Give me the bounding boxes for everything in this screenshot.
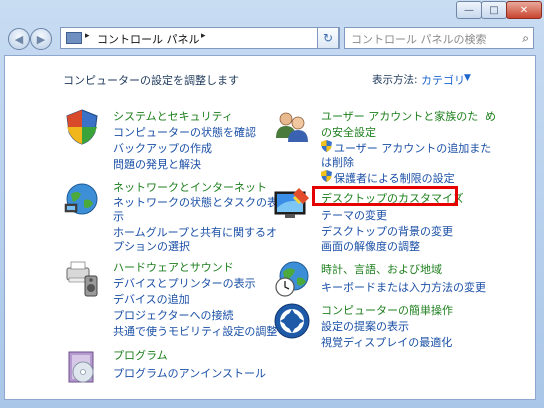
category-ease-of-access[interactable]: コンピューターの簡単操作 (321, 302, 453, 318)
link-adjust-resolution[interactable]: 画面の解像度の調整 (321, 238, 420, 254)
link-mobility-settings[interactable]: 共通で使うモビリティ設定の調整 (113, 323, 277, 339)
refresh-button[interactable]: ↻ (317, 27, 339, 49)
uac-shield-icon (321, 170, 332, 182)
link-add-device[interactable]: デバイスの追加 (113, 291, 190, 307)
category-user-accounts-line2[interactable]: め (485, 108, 496, 124)
back-button[interactable]: ◀ (8, 28, 30, 50)
maximize-icon: □ (489, 4, 499, 16)
back-arrow-icon: ◀ (14, 32, 24, 46)
ease-of-access-icon[interactable] (273, 302, 311, 340)
view-by-dropdown[interactable]: カテゴリ (421, 72, 465, 88)
category-user-accounts-line1[interactable]: ユーザー アカウントと家族のた (321, 108, 478, 124)
refresh-icon: ↻ (322, 31, 334, 45)
search-icon[interactable]: ⌕ (522, 31, 529, 46)
hardware-sound-icon[interactable] (63, 260, 101, 298)
search-placeholder: コントロール パネルの検索 (351, 33, 487, 46)
user-accounts-icon[interactable] (273, 108, 311, 146)
category-clock-language-region[interactable]: 時計、言語、および地域 (321, 261, 442, 277)
link-uninstall-program[interactable]: プログラムのアンインストール (113, 365, 266, 381)
minimize-button[interactable]: — (456, 1, 482, 19)
link-troubleshoot[interactable]: 問題の発見と解決 (113, 156, 201, 172)
link-network-status[interactable]: ネットワークの状態とタスクの表 (113, 194, 278, 210)
window: — □ ✕ ◀ ▶ ▸ コントロール パネル ▸ ▾ ↻ コントロール パネルの… (0, 0, 544, 408)
search-input[interactable]: コントロール パネルの検索 ⌕ (344, 27, 534, 49)
control-panel-icon (66, 32, 82, 44)
maximize-button[interactable]: □ (481, 1, 507, 19)
breadcrumb-separator-icon[interactable]: ▸ (201, 31, 206, 41)
link-change-theme[interactable]: テーマの変更 (321, 207, 387, 223)
category-programs[interactable]: プログラム (113, 347, 168, 363)
link-change-background[interactable]: デスクトップの背景の変更 (321, 223, 453, 239)
view-by-dropdown-icon[interactable]: ▼ (464, 73, 471, 83)
close-icon: ✕ (519, 4, 529, 16)
address-bar[interactable]: ▸ コントロール パネル ▸ ▾ (60, 27, 340, 49)
clock-language-region-icon[interactable] (273, 260, 311, 298)
close-button[interactable]: ✕ (506, 1, 542, 19)
view-by-label: 表示方法: (372, 74, 418, 86)
highlight-box (312, 186, 458, 206)
page-heading: コンピューターの設定を調整します (63, 74, 239, 87)
link-parental-controls[interactable]: 保護者による制限の設定 (334, 170, 455, 186)
link-check-status[interactable]: コンピューターの状態を確認 (113, 124, 256, 140)
minimize-icon: — (464, 4, 474, 16)
link-change-keyboard[interactable]: キーボードまたは入力方法の変更 (321, 279, 486, 295)
breadcrumb-control-panel[interactable]: コントロール パネル (97, 31, 200, 47)
category-system-security[interactable]: システムとセキュリティ (113, 108, 233, 124)
link-suggested-settings[interactable]: 設定の提案の表示 (321, 318, 409, 334)
link-network-status-cont[interactable]: 示 (113, 208, 124, 224)
forward-arrow-icon: ▶ (36, 32, 46, 46)
link-create-backup[interactable]: バックアップの作成 (113, 140, 212, 156)
link-add-remove-accounts-cont[interactable]: は削除 (321, 154, 354, 170)
appearance-icon[interactable] (273, 186, 311, 224)
link-optimize-display[interactable]: 視覚ディスプレイの最適化 (321, 334, 452, 350)
content-pane: コンピューターの設定を調整します 表示方法: カテゴリ ▼ システムとセキュリテ… (4, 55, 536, 400)
category-hardware-sound[interactable]: ハードウェアとサウンド (113, 259, 234, 275)
link-connect-projector[interactable]: プロジェクターへの接続 (113, 307, 234, 323)
category-network-internet[interactable]: ネットワークとインターネット (113, 179, 267, 195)
forward-button[interactable]: ▶ (30, 28, 52, 50)
breadcrumb-separator-icon[interactable]: ▸ (85, 31, 90, 41)
network-internet-icon[interactable] (63, 180, 101, 218)
uac-shield-icon (321, 140, 332, 152)
link-homegroup-cont[interactable]: プションの選択 (113, 238, 190, 254)
category-user-accounts-line3[interactable]: の安全設定 (321, 124, 376, 140)
system-security-icon[interactable] (63, 108, 101, 146)
link-add-remove-accounts[interactable]: ユーザー アカウントの追加また (334, 140, 491, 156)
programs-icon[interactable] (63, 348, 101, 386)
link-devices-printers[interactable]: デバイスとプリンターの表示 (113, 275, 256, 291)
